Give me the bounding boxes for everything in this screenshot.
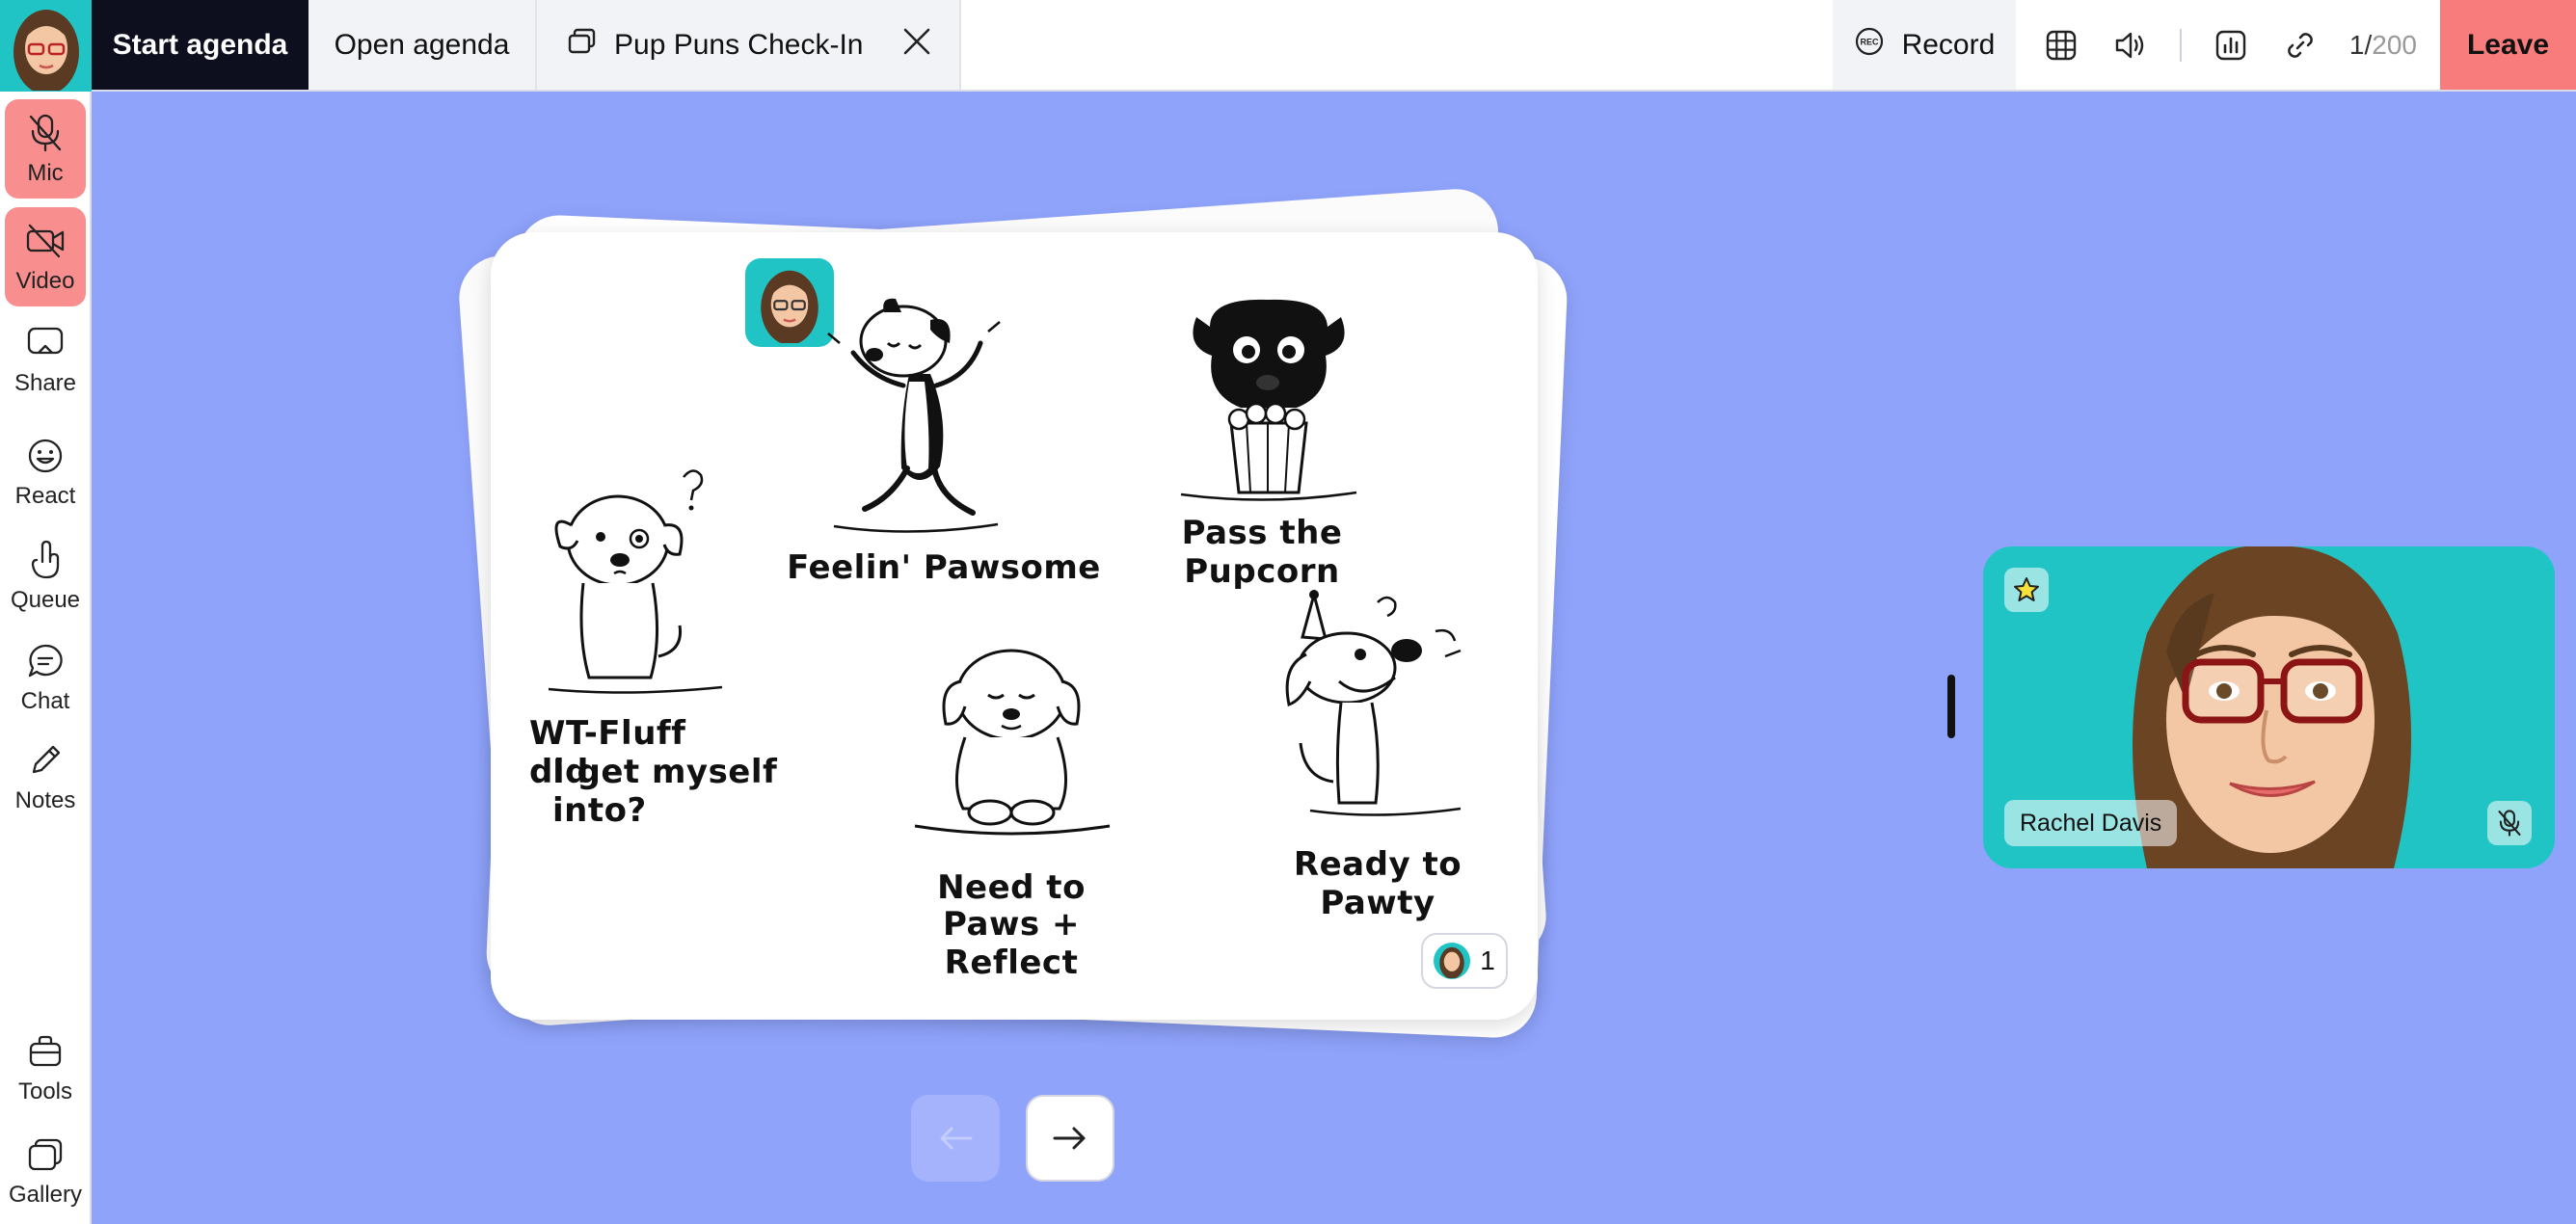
mic-muted-icon <box>24 112 67 154</box>
share-button[interactable]: Share <box>5 313 86 406</box>
vote-count-pill[interactable]: 1 <box>1421 933 1508 989</box>
record-icon: REC <box>1854 26 1885 65</box>
favorite-star-icon[interactable] <box>2004 568 2049 612</box>
participant-mic-muted-icon <box>2487 801 2532 845</box>
react-label: React <box>14 483 76 509</box>
topbar-tools: 1/200 <box>2016 0 2440 90</box>
tab-pup-puns-check-in[interactable]: Pup Puns Check-In <box>537 0 961 90</box>
chat-bubble-icon <box>24 640 67 682</box>
caption-pass-the-pupcorn: Pass the Pupcorn <box>1181 514 1343 591</box>
arrow-left-icon <box>940 1127 973 1150</box>
meditating-dog-illustration <box>914 649 1111 836</box>
pencil-icon <box>24 739 67 782</box>
avatar-mini-icon <box>1434 943 1471 979</box>
party-dog-illustration <box>1285 589 1462 816</box>
grid-icon[interactable] <box>2041 25 2081 66</box>
check-in-card[interactable]: Feelin' Pawsome Pass the Pupcorn WT-Fluf… <box>491 232 1538 1020</box>
speaker-icon[interactable] <box>2110 25 2151 66</box>
previous-card-button[interactable] <box>911 1095 1000 1182</box>
popcorn-dog-illustration <box>1180 299 1357 501</box>
tab-label: Pup Puns Check-In <box>614 28 864 61</box>
queue-button[interactable]: Queue <box>5 530 86 623</box>
tools-label: Tools <box>17 1078 73 1104</box>
caption-need-to: Need to <box>937 868 1086 907</box>
user-avatar[interactable] <box>0 0 92 92</box>
react-button[interactable]: React <box>5 424 86 520</box>
left-sidebar: Mic Video Share React Queue Chat Notes T… <box>0 92 92 1224</box>
mic-button[interactable]: Mic <box>5 99 86 199</box>
toolbar-divider <box>2179 28 2182 62</box>
participant-name: Rachel Davis <box>2004 800 2178 846</box>
open-agenda-button[interactable]: Open agenda <box>309 0 537 90</box>
chart-icon[interactable] <box>2211 25 2251 66</box>
svg-text:REC: REC <box>1860 37 1879 46</box>
queue-label: Queue <box>10 587 81 613</box>
top-bar: Start agenda Open agenda Pup Puns Check-… <box>0 0 2576 92</box>
chat-button[interactable]: Chat <box>5 631 86 724</box>
link-icon[interactable] <box>2280 25 2321 66</box>
gallery-label: Gallery <box>8 1182 83 1208</box>
mic-label: Mic <box>27 159 64 186</box>
gallery-button[interactable]: Gallery <box>5 1125 86 1217</box>
video-off-icon <box>24 220 67 262</box>
screen-share-icon <box>24 322 67 364</box>
start-agenda-button[interactable]: Start agenda <box>92 0 309 90</box>
video-label: Video <box>15 267 75 294</box>
dancing-dog-illustration <box>827 298 1001 533</box>
caption-paws-reflect: Paws + Reflect <box>943 905 1080 982</box>
tools-button[interactable]: Tools <box>5 1022 86 1114</box>
video-button[interactable]: Video <box>5 207 86 306</box>
toolbox-icon <box>24 1030 67 1073</box>
caption-feelin-pawsome: Feelin' Pawsome <box>787 548 1101 587</box>
confused-dog-illustration <box>548 469 723 694</box>
avatar-face-icon <box>13 9 79 91</box>
participant-count: 1/200 <box>2348 29 2417 60</box>
cards-icon <box>568 28 597 63</box>
notes-label: Notes <box>14 787 76 813</box>
leave-button[interactable]: Leave <box>2440 0 2576 90</box>
next-card-button[interactable] <box>1026 1095 1114 1182</box>
share-label: Share <box>13 370 77 396</box>
notes-button[interactable]: Notes <box>5 731 86 823</box>
arrow-right-icon <box>1053 1127 1086 1150</box>
record-label: Record <box>1901 28 1996 61</box>
gallery-icon <box>24 1133 67 1176</box>
caption-ready-to-pawty: Ready to Pawty <box>1293 845 1462 922</box>
record-button[interactable]: REC Record <box>1832 0 2016 90</box>
participant-tile[interactable]: Rachel Davis <box>1983 546 2555 868</box>
chat-label: Chat <box>20 688 70 714</box>
raised-hand-icon <box>24 539 67 581</box>
caption-wt-fluff-line2: I get myself into? <box>552 753 778 830</box>
close-icon[interactable] <box>901 26 932 65</box>
vote-count: 1 <box>1480 945 1495 975</box>
smiley-icon <box>24 435 67 477</box>
tile-drag-handle[interactable] <box>1947 675 1955 738</box>
